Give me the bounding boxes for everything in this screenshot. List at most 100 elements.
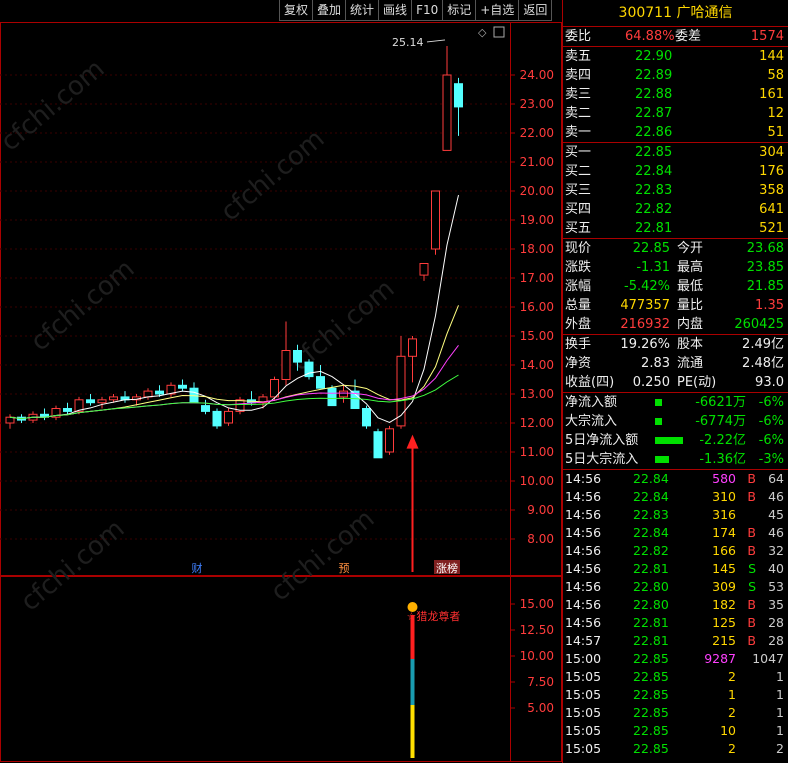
tick-count: 1 [776,669,784,684]
candle-body [97,399,107,404]
watermark: cfchi.com [285,274,400,377]
stat-label: PE(动) [677,375,717,390]
price-axis-label: 15.00 [520,329,554,343]
tick-count: 64 [768,471,784,486]
tick-volume: 316 [712,507,736,522]
tick-row[interactable]: 15:05 22.85 10 1 [563,722,788,740]
kline-chart-area[interactable]: 24.00 23.00 22.00 21.00 20.00 19.00 18.00 17.00… [0,22,562,763]
candle-body [442,74,452,151]
price-axis-label: 23.00 [520,97,554,111]
tick-time: 14:56 [565,597,602,612]
book-level-volume: 304 [759,145,784,160]
tick-row[interactable]: 15:05 22.85 2 2 [563,740,788,758]
book-level-volume: 144 [759,49,784,64]
candle-body [155,390,164,395]
event-marker[interactable]: 涨榜 [436,561,458,575]
toolbar-button-1[interactable]: 叠加 [312,0,347,21]
tick-row[interactable]: 15:05 22.85 1 1 [563,686,788,704]
toolbar-button-5[interactable]: 标记 [442,0,477,21]
tick-volume: 182 [712,597,736,612]
toolbar-button-7[interactable]: 返回 [518,0,553,21]
stock-header: 300711 广哈通信 [563,0,788,27]
moving-average-line-40 [9,374,459,420]
flow-value: -2.22亿 [699,433,746,448]
tick-count: 46 [768,489,784,504]
indicator-bar-cyan [410,659,415,705]
tick-row[interactable]: 15:05 22.85 2 1 [563,704,788,722]
ask-row: 卖五 22.90 144 [563,47,788,66]
tick-time: 15:05 [565,741,602,756]
candle-body [362,408,371,427]
bid-row: 买二 22.84 176 [563,162,788,181]
price-axis-label: 22.00 [520,126,554,140]
tick-side: B [747,597,756,612]
stock-name: 广哈通信 [676,5,733,21]
price-axis-label: 16.00 [520,300,554,314]
tick-volume: 580 [712,471,736,486]
tick-price: 22.84 [633,489,669,504]
window-toggle-icon[interactable] [493,26,505,38]
tick-row[interactable]: 14:56 22.84 580 B 64 [563,470,788,488]
stat-value: 477357 [620,298,670,313]
tick-row[interactable]: 14:56 22.84 310 B 46 [563,488,788,506]
book-level-price: 22.87 [635,106,673,121]
toolbar-button-4[interactable]: F10 [411,0,444,21]
indicator-pane-frame [0,576,511,762]
stats-row: 涨幅 -5.42% 最低 21.85 [563,277,788,296]
tick-price: 22.85 [633,741,669,756]
tick-time: 14:56 [565,471,602,486]
flow-percent: -6% [758,433,784,448]
stat-value: 2.49亿 [742,337,784,352]
tick-row[interactable]: 14:56 22.80 182 B 35 [563,596,788,614]
tick-row[interactable]: 14:56 22.82 166 B 32 [563,542,788,560]
toolbar-button-6[interactable]: +自选 [475,0,520,21]
watermark: cfchi.com [265,504,380,607]
candle-body [431,190,440,250]
tick-volume: 2 [728,669,736,684]
bid-book: 买一 22.85 304 买二 22.84 176 买三 22.83 358 买四 22.82 641… [563,143,788,239]
tick-time: 14:56 [565,507,602,522]
toolbar-button-0[interactable]: 复权 [279,0,314,21]
order-ratio-label: 委比 [565,29,592,44]
chart-toolbar: 复权 叠加 统计 画线 F10 标记 +自选 返回 [279,0,553,22]
ask-row: 卖一 22.86 51 [563,123,788,142]
order-ratio-row: 委比 64.88% 委差 1574 [563,27,788,47]
tick-list[interactable]: 14:56 22.84 580 B 64 14:56 22.84 310 B 46 14:56 22.… [563,470,788,758]
flow-label: 5日净流入额 [565,433,639,448]
stats-row: 涨跌 -1.31 最高 23.85 [563,258,788,277]
tick-row[interactable]: 15:05 22.85 2 1 [563,668,788,686]
tick-price: 22.81 [633,633,669,648]
book-level-volume: 521 [759,221,784,236]
event-marker[interactable]: 预 [339,562,350,575]
order-ratio-value: 64.88% [625,29,675,44]
tick-time: 15:05 [565,669,602,684]
flow-label: 大宗流入 [565,414,618,429]
tick-volume: 2 [728,741,736,756]
candle-body [327,387,337,407]
stat-value: 2.48亿 [742,356,784,371]
toolbar-button-2[interactable]: 统计 [345,0,380,21]
kline-chart-svg[interactable]: 24.00 23.00 22.00 21.00 20.00 19.00 18.00 17.00… [0,22,562,763]
event-marker[interactable]: 财 [192,561,203,575]
candle-body [86,399,95,404]
tick-count: 40 [768,561,784,576]
stat-value: 23.85 [746,260,784,275]
book-level-volume: 161 [759,87,784,102]
price-axis-label: 24.00 [520,68,554,82]
ask-book: 卖五 22.90 144 卖四 22.89 58 卖三 22.88 161 卖二 22.87 12 卖一… [563,47,788,143]
tick-row[interactable]: 14:56 22.81 125 B 28 [563,614,788,632]
tick-row[interactable]: 14:56 22.83 316 45 [563,506,788,524]
tick-row[interactable]: 14:57 22.81 215 B 28 [563,632,788,650]
flow-percent: -6% [758,395,784,410]
tick-row[interactable]: 14:56 22.81 145 S 40 [563,560,788,578]
book-level-volume: 51 [767,125,784,140]
tick-row[interactable]: 14:56 22.84 174 B 46 [563,524,788,542]
flow-value: -6774万 [695,414,746,429]
tick-row[interactable]: 14:56 22.80 309 S 53 [563,578,788,596]
toolbar-button-3[interactable]: 画线 [378,0,413,21]
book-level-price: 22.86 [635,125,673,140]
candle-body [201,405,210,412]
tick-row[interactable]: 15:00 22.85 9287 1047 [563,650,788,668]
flow-row: 5日大宗流入 -1.36亿 -3% [563,450,788,469]
diamond-icon[interactable]: ◇ [478,26,487,39]
